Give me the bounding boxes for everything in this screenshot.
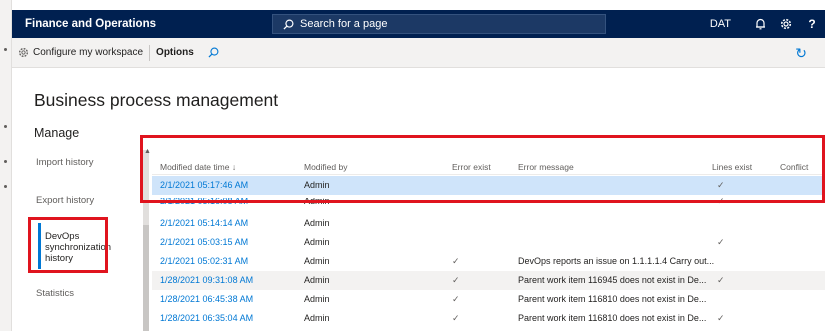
table-row[interactable]: 1/28/2021 09:31:08 AM Admin ✓ Parent wor… (152, 271, 825, 290)
refresh-icon[interactable]: ↻ (795, 45, 807, 62)
action-search-button[interactable] (200, 38, 227, 68)
app-title[interactable]: Finance and Operations (25, 18, 156, 30)
configure-gear-icon (18, 47, 29, 58)
options-button[interactable]: Options (150, 38, 200, 68)
configure-workspace-button[interactable]: Configure my workspace (12, 38, 149, 68)
modified-date-cell[interactable]: 2/1/2021 05:14:14 AM (160, 218, 248, 228)
lines-exist-cell: ✓ (717, 237, 725, 247)
tab-import-history[interactable]: Import history (24, 157, 142, 168)
modified-date-cell[interactable]: 1/28/2021 06:35:04 AM (160, 313, 253, 323)
error-message-cell: Parent work item 116945 does not exist i… (518, 275, 707, 285)
error-message-cell: Parent work item 116810 does not exist i… (518, 313, 707, 323)
error-message-cell: Parent work item 116810 does not exist i… (518, 294, 707, 304)
search-icon (283, 19, 294, 30)
tab-export-history[interactable]: Export history (24, 195, 142, 206)
table-row[interactable]: 1/28/2021 06:45:38 AM Admin ✓ Parent wor… (152, 290, 825, 309)
search-icon (208, 47, 219, 58)
table-row[interactable]: 2/1/2021 05:03:15 AM Admin ✓ (152, 233, 825, 252)
section-title: Manage (34, 126, 80, 140)
table-row[interactable]: 2/1/2021 05:14:14 AM Admin (152, 214, 825, 233)
lines-exist-cell: ✓ (717, 275, 725, 285)
modified-by-cell: Admin (304, 237, 330, 247)
tab-scrollbar-thumb[interactable] (143, 225, 149, 331)
modified-date-cell[interactable]: 2/1/2021 05:03:15 AM (160, 237, 248, 247)
tab-statistics[interactable]: Statistics (24, 288, 142, 299)
error-message-cell: DevOps reports an issue on 1.1.1.1.4 Car… (518, 256, 715, 266)
gear-icon[interactable] (773, 10, 799, 38)
error-exist-cell: ✓ (452, 256, 460, 266)
error-exist-cell: ✓ (452, 294, 460, 304)
left-edge-panel (0, 0, 12, 331)
navigation-bar: Finance and Operations Search for a page… (12, 10, 825, 38)
action-pane: Configure my workspace Options ↻ (12, 38, 825, 68)
modified-by-cell: Admin (304, 313, 330, 323)
company-picker[interactable]: DAT (710, 18, 731, 30)
page-title: Business process management (34, 90, 279, 110)
lines-exist-cell: ✓ (717, 313, 725, 323)
table-row[interactable]: 2/1/2021 05:02:31 AM Admin ✓ DevOps repo… (152, 252, 825, 271)
error-exist-cell: ✓ (452, 275, 460, 285)
error-exist-cell: ✓ (452, 313, 460, 323)
search-placeholder: Search for a page (300, 18, 388, 30)
tab-highlight-box (28, 217, 108, 273)
modified-by-cell: Admin (304, 256, 330, 266)
modified-by-cell: Admin (304, 218, 330, 228)
bell-icon[interactable] (747, 10, 773, 38)
modified-by-cell: Admin (304, 275, 330, 285)
help-icon[interactable]: ? (799, 10, 825, 38)
options-label: Options (156, 47, 194, 58)
configure-workspace-label: Configure my workspace (33, 47, 144, 58)
modified-date-cell[interactable]: 1/28/2021 06:45:38 AM (160, 294, 253, 304)
modified-date-cell[interactable]: 2/1/2021 05:02:31 AM (160, 256, 248, 266)
table-row[interactable]: 1/28/2021 06:35:04 AM Admin ✓ Parent wor… (152, 309, 825, 328)
search-box[interactable]: Search for a page (272, 14, 606, 34)
modified-date-cell[interactable]: 1/28/2021 09:31:08 AM (160, 275, 253, 285)
grid-highlight-box (140, 135, 825, 203)
modified-by-cell: Admin (304, 294, 330, 304)
